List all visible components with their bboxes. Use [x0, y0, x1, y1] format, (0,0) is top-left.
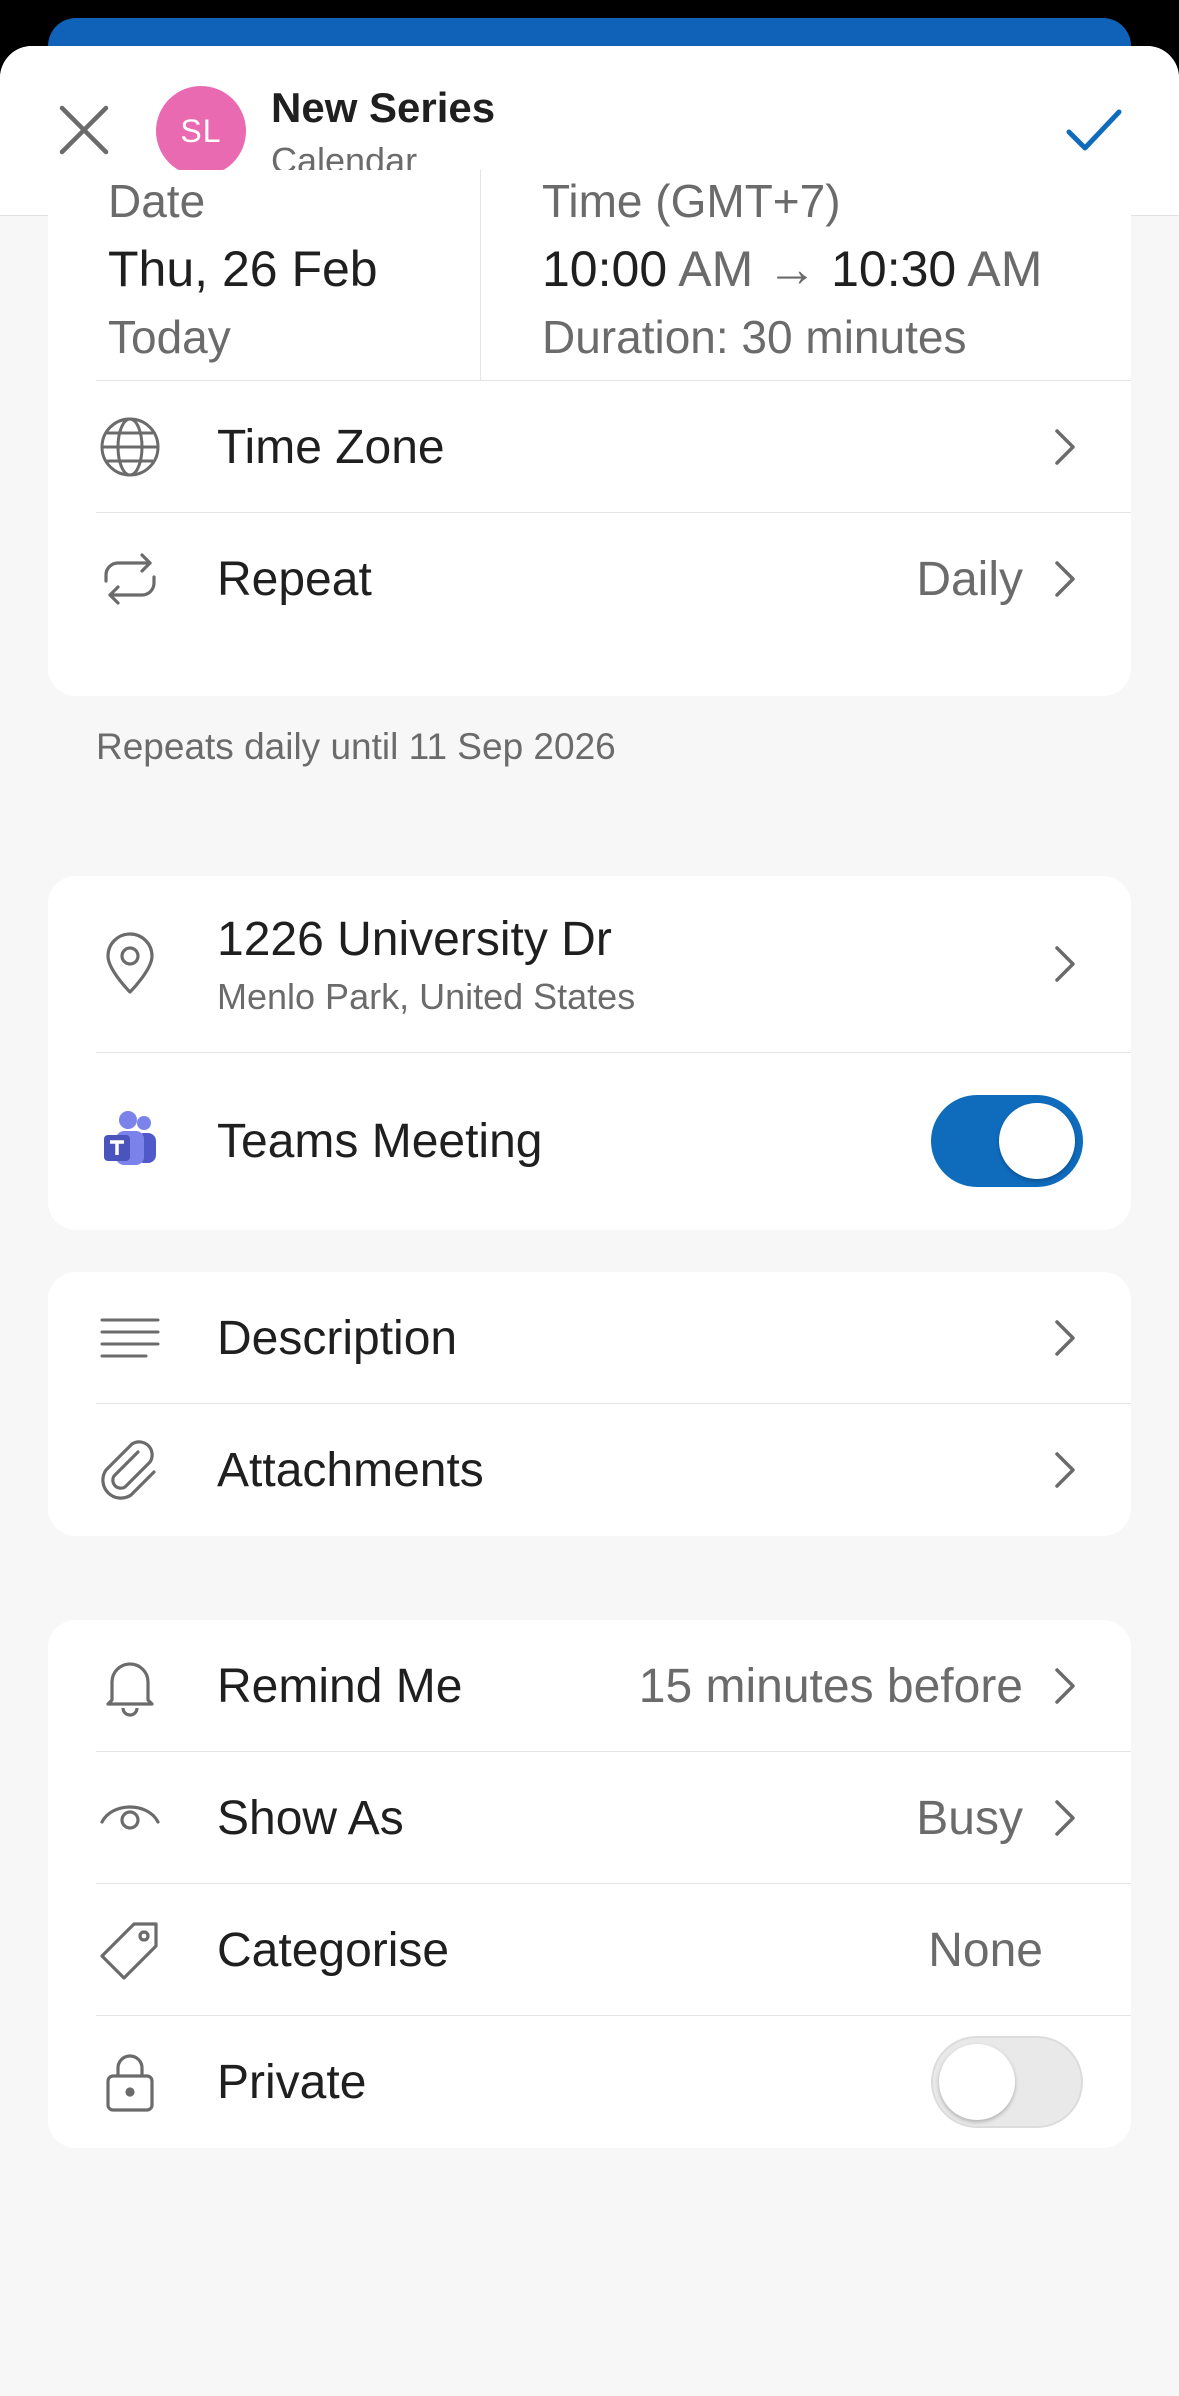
attachments-label: Attachments [217, 1443, 484, 1497]
repeat-icon [98, 547, 162, 611]
location-title: 1226 University Dr [217, 913, 612, 966]
page-title: New Series [271, 84, 496, 131]
toggle-knob [939, 2044, 1015, 2120]
save-button[interactable] [1054, 90, 1134, 170]
private-row: Private [48, 2016, 1131, 2148]
date-picker[interactable]: Date Thu, 26 Feb Today [108, 170, 468, 380]
categorise-value: None [928, 1923, 1043, 1977]
duration: Duration: 30 minutes [542, 311, 967, 363]
datetime-card: Date Thu, 26 Feb Today Time (GMT+7) 10:0… [48, 170, 1131, 696]
options-card: Remind Me 15 minutes before Show As Busy [48, 1620, 1131, 2148]
time-picker[interactable]: Time (GMT+7) 10:00 AM → 10:30 AM Duratio… [542, 170, 1122, 380]
categorise-row[interactable]: Categorise None [48, 1884, 1131, 2016]
description-label: Description [217, 1311, 458, 1365]
time-zone-label: Time Zone [217, 420, 445, 474]
location-card: 1226 University Dr Menlo Park, United St… [48, 876, 1131, 1230]
time-label: Time (GMT+7) [542, 175, 841, 227]
time-zone-row[interactable]: Time Zone [48, 381, 1131, 513]
chevron-right-icon [1043, 942, 1087, 986]
show-as-value: Busy [916, 1791, 1023, 1845]
checkmark-icon [1066, 109, 1122, 151]
categorise-label: Categorise [217, 1923, 450, 1977]
chevron-right-icon [1043, 1796, 1087, 1840]
remind-me-value: 15 minutes before [638, 1659, 1023, 1713]
column-divider [480, 170, 481, 380]
date-label: Date [108, 175, 206, 227]
end-time: 10:30 [831, 241, 957, 297]
bell-icon [98, 1654, 162, 1718]
details-card: Description Attachments [48, 1272, 1131, 1536]
eye-icon [98, 1786, 162, 1850]
show-as-row[interactable]: Show As Busy [48, 1752, 1131, 1884]
location-row[interactable]: 1226 University Dr Menlo Park, United St… [48, 876, 1131, 1053]
start-time: 10:00 [542, 241, 668, 297]
chevron-right-icon [1043, 1448, 1087, 1492]
start-ampm: AM [678, 241, 754, 297]
remind-me-row[interactable]: Remind Me 15 minutes before [48, 1620, 1131, 1752]
description-row[interactable]: Description [48, 1272, 1131, 1404]
location-subtitle: Menlo Park, United States [217, 976, 636, 1017]
paperclip-icon [98, 1438, 162, 1502]
repeat-row[interactable]: Repeat Daily [48, 513, 1131, 645]
text-lines-icon [98, 1306, 162, 1370]
time-range: 10:00 AM → 10:30 AM [542, 240, 1042, 298]
location-pin-icon [98, 932, 162, 996]
attachments-row[interactable]: Attachments [48, 1404, 1131, 1536]
avatar: SL [156, 86, 246, 176]
repeat-value: Daily [916, 552, 1023, 606]
repeat-label: Repeat [217, 552, 372, 606]
toggle-knob [999, 1103, 1075, 1179]
remind-me-label: Remind Me [217, 1659, 463, 1713]
chevron-right-icon [1043, 1316, 1087, 1360]
new-event-sheet: SL New Series Calendar Date Thu, 26 Feb … [0, 46, 1179, 2396]
chevron-right-icon [1043, 1664, 1087, 1708]
chevron-right-icon [1043, 425, 1087, 469]
teams-meeting-row: Teams Meeting [48, 1053, 1131, 1230]
teams-meeting-toggle[interactable] [931, 1095, 1083, 1187]
show-as-label: Show As [217, 1791, 404, 1845]
private-toggle[interactable] [931, 2036, 1083, 2128]
end-ampm: AM [967, 241, 1043, 297]
private-label: Private [217, 2055, 367, 2109]
datetime-section: Date Thu, 26 Feb Today Time (GMT+7) 10:0… [48, 170, 1131, 381]
teams-meeting-label: Teams Meeting [217, 1115, 543, 1168]
globe-icon [98, 415, 162, 479]
lock-icon [98, 2050, 162, 2114]
close-button[interactable] [44, 90, 124, 170]
tag-icon [98, 1918, 162, 1982]
close-icon [59, 105, 109, 155]
chevron-right-icon [1043, 557, 1087, 601]
date-relative: Today [108, 311, 231, 363]
arrow-right-icon: → [767, 241, 818, 297]
teams-icon [98, 1109, 162, 1173]
date-value: Thu, 26 Feb [108, 241, 378, 297]
repeat-note: Repeats daily until 11 Sep 2026 [96, 726, 616, 767]
